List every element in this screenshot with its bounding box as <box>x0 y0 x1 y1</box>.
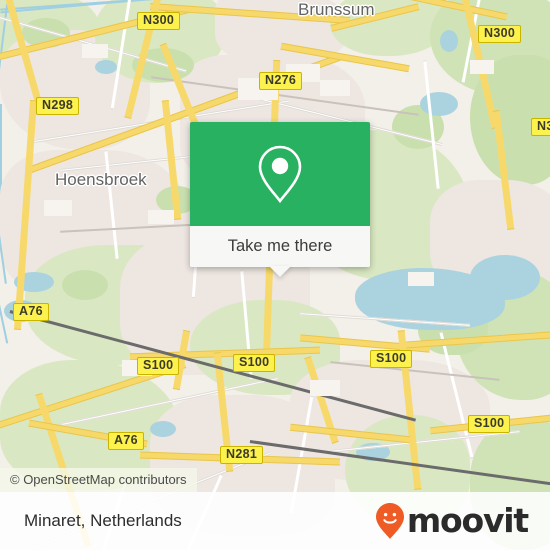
road-shield-s100-west[interactable]: S100 <box>137 357 180 375</box>
map-place-label-hoensbroek: Hoensbroek <box>55 170 147 189</box>
map-building <box>470 60 494 74</box>
road-shield-n300-west[interactable]: N300 <box>137 12 181 30</box>
map-water-lake <box>440 30 458 52</box>
road-shield-n300-east[interactable]: N300 <box>478 25 522 43</box>
road-shield-n298[interactable]: N298 <box>36 97 80 115</box>
map-attribution[interactable]: © OpenStreetMap contributors <box>0 468 197 492</box>
road-shield-n281[interactable]: N281 <box>220 446 264 464</box>
road-shield-s100-east[interactable]: S100 <box>370 350 413 368</box>
moovit-logo[interactable]: moovit <box>375 501 529 540</box>
take-me-there-label: Take me there <box>227 237 333 255</box>
destination-popup[interactable]: Take me there <box>190 122 370 277</box>
map-building <box>82 44 108 58</box>
map-building <box>320 80 350 96</box>
road-shield-a76-north[interactable]: A76 <box>13 303 49 321</box>
map-building <box>408 272 434 286</box>
map-screen: Brunssum Hoensbroek N300 N300 N276 N298 … <box>0 0 550 550</box>
popup-tail <box>269 266 291 277</box>
map-water-lake <box>95 60 117 74</box>
map-building <box>44 200 72 216</box>
popup-action-bar[interactable]: Take me there <box>190 226 370 277</box>
location-title: Minaret, Netherlands <box>24 511 182 530</box>
map-building <box>148 210 174 224</box>
map-landcover-forest <box>62 270 108 300</box>
road-shield-a76-south[interactable]: A76 <box>108 432 144 450</box>
map-water-lake <box>420 92 458 116</box>
footer-bar: Minaret, Netherlands moovit <box>0 492 550 550</box>
moovit-pin-logo-icon <box>375 503 404 539</box>
road-shield-n3-clipped[interactable]: N3 <box>531 118 550 136</box>
map-place-label-brunssum: Brunssum <box>298 0 375 19</box>
road-shield-n276[interactable]: N276 <box>259 72 303 90</box>
map-pin-icon <box>258 145 302 204</box>
popup-image-area <box>190 122 370 226</box>
moovit-wordmark: moovit <box>406 501 529 540</box>
map-water-lake <box>470 255 540 300</box>
road-shield-s100-mid[interactable]: S100 <box>233 354 276 372</box>
map-building <box>310 380 340 396</box>
map-water-lake <box>150 421 176 437</box>
road-shield-s100-south[interactable]: S100 <box>468 415 511 433</box>
